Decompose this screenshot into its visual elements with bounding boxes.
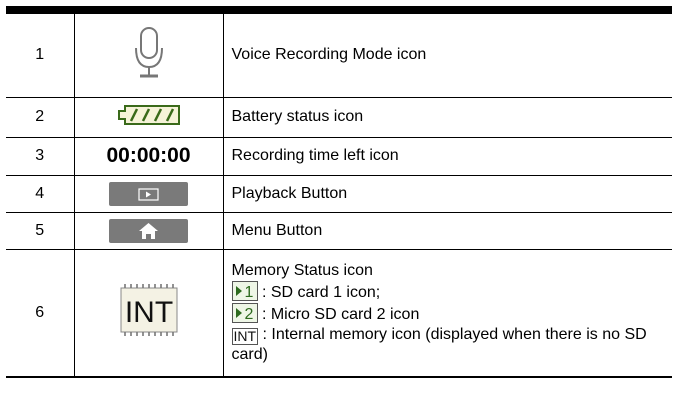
play-icon xyxy=(146,191,151,197)
table-top-rule xyxy=(6,6,672,14)
row-description: Menu Button xyxy=(222,211,672,250)
row-number: 2 xyxy=(6,96,75,138)
svg-text:2: 2 xyxy=(244,306,253,322)
row-description: Battery status icon xyxy=(222,96,672,138)
sd-card-2-text: : Micro SD card 2 icon xyxy=(261,305,420,323)
icon-reference-table: 1 Voice Recording Mode icon 2 Battery st… xyxy=(6,14,672,378)
table-row: 1 Voice Recording Mode icon xyxy=(6,14,672,98)
microphone-icon-cell xyxy=(73,14,224,98)
playback-button-cell xyxy=(73,174,224,213)
playback-button xyxy=(109,181,188,206)
internal-memory-line: INT : Internal memory icon (displayed wh… xyxy=(231,325,673,365)
table-row: 6 INT Memory Status icon 1: SD card 1 i… xyxy=(6,248,673,378)
sd-card-2-icon: 2 xyxy=(231,302,258,323)
memory-status-description: Memory Status icon 1 : SD card 1 icon; 2… xyxy=(222,248,673,378)
home-icon xyxy=(139,222,158,239)
table-row: 3 00:00:00 Recording time left icon xyxy=(6,136,672,176)
internal-memory-icon: INT xyxy=(120,284,177,337)
internal-memory-text: : Internal memory icon (displayed when t… xyxy=(231,325,647,363)
sd-card-1-text: : SD card 1 icon; xyxy=(261,283,381,301)
icon-table-container: 1 Voice Recording Mode icon 2 Battery st… xyxy=(6,6,672,378)
row-description: Playback Button xyxy=(222,174,672,213)
table-row: 5 Menu Button xyxy=(6,211,672,250)
battery-icon-cell xyxy=(73,96,224,138)
row-number: 3 xyxy=(6,136,75,176)
memory-status-title: Memory Status icon xyxy=(231,261,373,279)
recording-time-value: 00:00:00 xyxy=(106,144,191,167)
menu-button xyxy=(109,218,188,243)
menu-button-cell xyxy=(73,211,224,250)
row-number: 6 xyxy=(6,248,75,378)
recording-time-cell: 00:00:00 xyxy=(73,136,224,176)
row-number: 5 xyxy=(6,211,75,250)
sd-card-1-icon: 1 xyxy=(231,280,258,301)
sd-card-2-line: 2 : Micro SD card 2 icon xyxy=(231,302,673,325)
battery-icon xyxy=(117,104,180,125)
memory-status-icon-cell: INT xyxy=(73,248,224,378)
table-row: 2 Battery status icon xyxy=(6,96,672,138)
internal-memory-small-icon: INT xyxy=(231,327,259,345)
svg-text:1: 1 xyxy=(244,284,253,300)
table-row: 4 Playback Button xyxy=(6,174,672,213)
sd-card-1-line: 1 : SD card 1 icon; xyxy=(231,280,673,303)
svg-text:INT: INT xyxy=(124,296,172,329)
row-number: 4 xyxy=(6,174,75,213)
microphone-icon xyxy=(134,26,163,78)
row-description: Recording time left icon xyxy=(222,136,672,176)
row-number: 1 xyxy=(6,14,75,98)
row-description: Voice Recording Mode icon xyxy=(222,14,672,98)
